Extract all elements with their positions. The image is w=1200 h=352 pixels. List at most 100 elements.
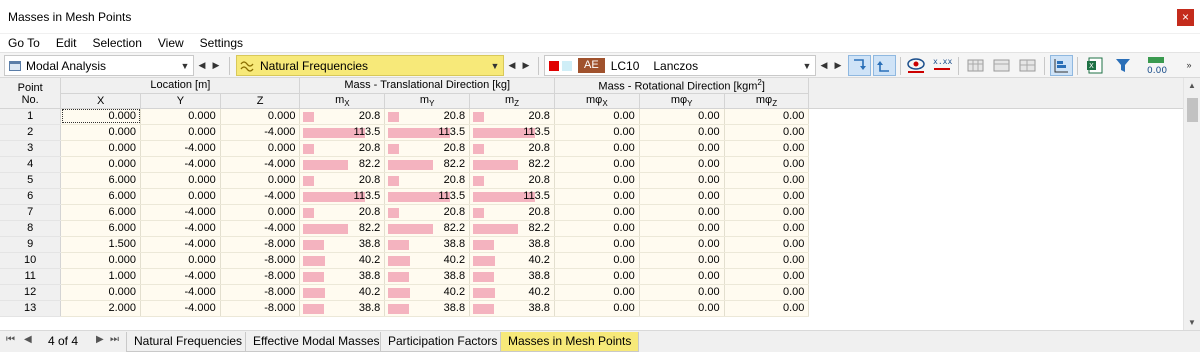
point-no-cell[interactable]: 10 [0,252,62,269]
mphix-cell[interactable]: 0.00 [554,220,640,237]
last-page-icon[interactable]: ⏭ [110,334,119,345]
select-in-table-icon[interactable] [873,55,896,76]
y-column-header[interactable]: Y [140,93,221,109]
z-cell[interactable]: -8.000 [220,284,301,301]
menu-go-to[interactable]: Go To [8,36,40,50]
first-page-icon[interactable]: ⏮ [6,334,15,345]
table-row[interactable]: 8 6.000 -4.000 -4.000 82.2 82.2 82.2 0.00 0.00 0.… [0,220,1200,237]
empty-cell[interactable] [808,300,1200,317]
empty-cell[interactable] [808,108,1200,125]
mz-cell[interactable]: 113.5 [469,188,555,205]
mphiy-cell[interactable]: 0.00 [639,252,725,269]
result-type-select[interactable]: Natural Frequencies ▼ [236,55,504,76]
mphiz-cell[interactable]: 0.00 [724,172,810,189]
mz-cell[interactable]: 38.8 [469,268,555,285]
table-row[interactable]: 1 0.000 0.000 0.000 20.8 20.8 20.8 0.00 0.00 0.00 [0,108,1200,125]
mphiy-cell[interactable]: 0.00 [639,156,725,173]
bar-diagram-icon[interactable] [1050,55,1073,76]
mx-cell[interactable]: 82.2 [299,156,386,173]
my-cell[interactable]: 113.5 [384,188,471,205]
mphiy-cell[interactable]: 0.00 [639,284,725,301]
table-row[interactable]: 2 0.000 0.000 -4.000 113.5 113.5 113.5 0.00 0.00… [0,124,1200,141]
visibility-eye-icon[interactable] [905,55,928,76]
mphiz-cell[interactable]: 0.00 [724,156,810,173]
mphix-cell[interactable]: 0.00 [554,300,640,317]
menu-settings[interactable]: Settings [200,36,243,50]
empty-cell[interactable] [808,156,1200,173]
tab-masses-in-mesh-points[interactable]: Masses in Mesh Points [500,332,640,352]
mz-cell[interactable]: 38.8 [469,300,555,317]
mphiy-cell[interactable]: 0.00 [639,236,725,253]
my-cell[interactable]: 38.8 [384,300,471,317]
mphix-cell[interactable]: 0.00 [554,204,640,221]
my-cell[interactable]: 40.2 [384,284,471,301]
z-cell[interactable]: 0.000 [220,140,301,157]
tab-effective-modal-masses[interactable]: Effective Modal Masses [245,332,388,352]
point-no-cell[interactable]: 2 [0,124,62,141]
select-in-model-icon[interactable] [848,55,871,76]
mz-cell[interactable]: 20.8 [469,172,555,189]
mphix-cell[interactable]: 0.00 [554,140,640,157]
excel-export-icon[interactable]: X [1084,55,1107,76]
x-cell[interactable]: 0.000 [60,252,141,269]
point-no-cell[interactable]: 7 [0,204,62,221]
empty-cell[interactable] [808,220,1200,237]
previous-arrow-icon[interactable]: ◀ [818,55,830,76]
table-row[interactable]: 13 2.000 -4.000 -8.000 38.8 38.8 38.8 0.00 0.00 0… [0,300,1200,317]
z-cell[interactable]: -8.000 [220,236,301,253]
x-cell[interactable]: 1.500 [60,236,141,253]
point-no-cell[interactable]: 4 [0,156,62,173]
table-row[interactable]: 11 1.000 -4.000 -8.000 38.8 38.8 38.8 0.00 0.00 0… [0,268,1200,285]
z-cell[interactable]: 0.000 [220,108,301,125]
x-cell[interactable]: 0.000 [60,284,141,301]
mz-cell[interactable]: 40.2 [469,252,555,269]
mx-cell[interactable]: 38.8 [299,300,386,317]
mphiy-cell[interactable]: 0.00 [639,108,725,125]
z-cell[interactable]: -4.000 [220,156,301,173]
table-row[interactable]: 10 0.000 0.000 -8.000 40.2 40.2 40.2 0.00 0.00 0.… [0,252,1200,269]
scroll-down-icon[interactable]: ▼ [1188,318,1196,327]
point-no-cell[interactable]: 12 [0,284,62,301]
vertical-scrollbar[interactable]: ▲ ▼ [1183,78,1200,330]
mphix-cell[interactable]: 0.00 [554,268,640,285]
point-no-cell[interactable]: 13 [0,300,62,317]
mx-cell[interactable]: 40.2 [299,284,386,301]
mphix-cell[interactable]: 0.00 [554,284,640,301]
z-cell[interactable]: 0.000 [220,172,301,189]
mx-cell[interactable]: 38.8 [299,268,386,285]
mx-cell[interactable]: 20.8 [299,140,386,157]
tab-participation-factors[interactable]: Participation Factors [380,332,506,352]
mphiy-cell[interactable]: 0.00 [639,268,725,285]
my-cell[interactable]: 40.2 [384,252,471,269]
mx-cell[interactable]: 20.8 [299,172,386,189]
mphix-cell[interactable]: 0.00 [554,188,640,205]
scrollbar-thumb[interactable] [1187,98,1198,122]
y-cell[interactable]: -4.000 [140,300,221,317]
mphiy-column-header[interactable]: mφY [639,93,725,109]
mz-cell[interactable]: 82.2 [469,156,555,173]
z-cell[interactable]: -4.000 [220,188,301,205]
y-cell[interactable]: -4.000 [140,156,221,173]
x-cell[interactable]: 1.000 [60,268,141,285]
empty-cell[interactable] [808,188,1200,205]
mphiy-cell[interactable]: 0.00 [639,204,725,221]
mphiz-cell[interactable]: 0.00 [724,284,810,301]
my-cell[interactable]: 82.2 [384,220,471,237]
point-no-cell[interactable]: 11 [0,268,62,285]
next-arrow-icon[interactable]: ▶ [210,55,222,76]
mphix-cell[interactable]: 0.00 [554,252,640,269]
my-cell[interactable]: 20.8 [384,204,471,221]
mphiz-cell[interactable]: 0.00 [724,108,810,125]
mphiy-cell[interactable]: 0.00 [639,300,725,317]
table-layout-icon[interactable] [964,55,987,76]
y-cell[interactable]: -4.000 [140,140,221,157]
mphiz-cell[interactable]: 0.00 [724,140,810,157]
mphiz-cell[interactable]: 0.00 [724,236,810,253]
z-cell[interactable]: -8.000 [220,268,301,285]
mphiy-cell[interactable]: 0.00 [639,124,725,141]
next-arrow-icon[interactable]: ▶ [832,55,844,76]
y-cell[interactable]: 0.000 [140,124,221,141]
show-values-icon[interactable]: x.xx [931,55,954,76]
table-row[interactable]: 4 0.000 -4.000 -4.000 82.2 82.2 82.2 0.00 0.00 0.… [0,156,1200,173]
my-cell[interactable]: 38.8 [384,236,471,253]
